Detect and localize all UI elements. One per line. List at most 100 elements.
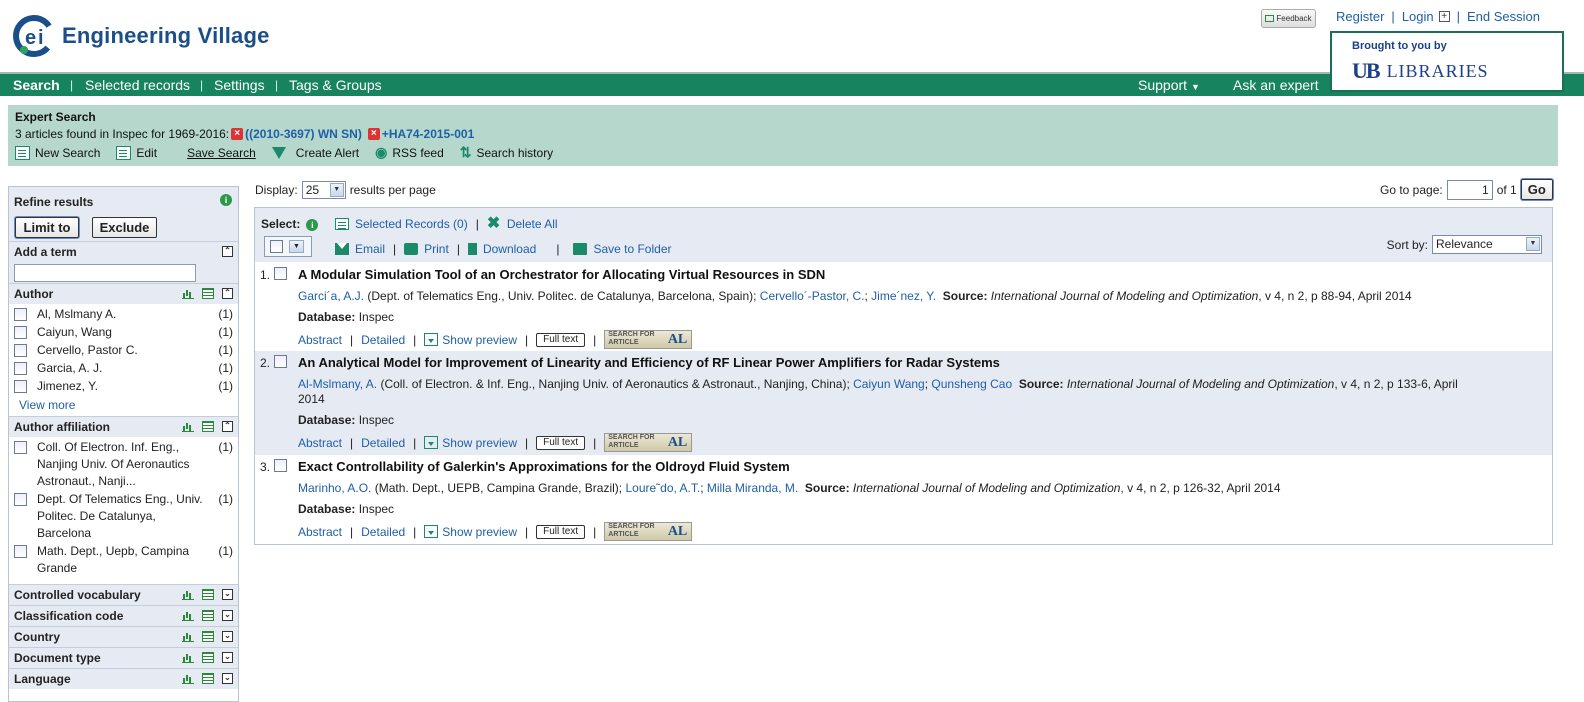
end-session-link[interactable]: End Session bbox=[1467, 9, 1540, 24]
facet-checkbox[interactable] bbox=[14, 344, 27, 357]
classification-code-header[interactable]: Classification code ⌄ bbox=[9, 605, 238, 626]
remove-term-icon[interactable]: × bbox=[367, 128, 380, 140]
language-header[interactable]: Language ⌄ bbox=[9, 668, 238, 689]
table-icon[interactable] bbox=[202, 673, 214, 684]
rss-feed-button[interactable]: ◉ RSS feed bbox=[375, 144, 444, 161]
nav-support[interactable]: Support ▼ bbox=[1138, 77, 1200, 93]
author-link[interactable]: Jime´nez, Y. bbox=[871, 289, 936, 303]
facet-checkbox[interactable] bbox=[14, 545, 27, 558]
author-link[interactable]: Al-Mslmany, A. bbox=[298, 377, 377, 391]
affiliation-section-header[interactable]: Author affiliation ⌃ bbox=[9, 416, 238, 437]
affiliation-facet-item[interactable]: Coll. Of Electron. Inf. Eng., Nanjing Un… bbox=[14, 440, 233, 490]
abstract-link[interactable]: Abstract bbox=[298, 525, 342, 539]
country-header[interactable]: Country ⌄ bbox=[9, 626, 238, 647]
email-link[interactable]: Email bbox=[355, 242, 385, 256]
show-preview-link[interactable]: Show preview bbox=[442, 436, 517, 450]
select-all-dropdown[interactable]: ▼ bbox=[264, 236, 312, 257]
remove-term-icon[interactable]: × bbox=[231, 128, 244, 140]
search-term-1[interactable]: ((2010-3697) WN SN) bbox=[245, 127, 362, 141]
register-link[interactable]: Register bbox=[1336, 9, 1384, 24]
author-link[interactable]: Caiyun Wang bbox=[853, 377, 925, 391]
document-type-header[interactable]: Document type ⌄ bbox=[9, 647, 238, 668]
author-link[interactable]: Milla Miranda, M. bbox=[707, 481, 798, 495]
table-icon[interactable] bbox=[202, 589, 214, 600]
record-checkbox[interactable] bbox=[274, 267, 287, 280]
limit-to-button[interactable]: Limit to bbox=[15, 217, 79, 238]
add-term-input[interactable] bbox=[14, 264, 196, 282]
engineering-village-logo[interactable]: e i Engineering Village bbox=[12, 14, 270, 58]
facet-checkbox[interactable] bbox=[14, 493, 27, 506]
chevron-down-icon[interactable]: ▼ bbox=[289, 240, 304, 253]
print-link[interactable]: Print bbox=[424, 242, 449, 256]
nav-selected-records[interactable]: Selected records bbox=[85, 77, 190, 93]
chart-icon[interactable] bbox=[182, 673, 194, 684]
author-link[interactable]: Qunsheng Cao bbox=[931, 377, 1012, 391]
new-search-button[interactable]: New Search bbox=[15, 145, 100, 160]
abstract-link[interactable]: Abstract bbox=[298, 436, 342, 450]
page-input[interactable]: 1 bbox=[1446, 179, 1493, 200]
table-icon[interactable] bbox=[202, 421, 214, 432]
table-icon[interactable] bbox=[202, 288, 214, 299]
edit-button[interactable]: Edit bbox=[116, 145, 157, 160]
collapse-icon[interactable]: ⌃ bbox=[222, 246, 233, 257]
feedback-button[interactable]: Feedback bbox=[1261, 9, 1316, 28]
expand-icon[interactable]: ⌄ bbox=[222, 589, 233, 600]
full-text-button[interactable]: Full text bbox=[536, 435, 586, 450]
record-title[interactable]: Exact Controllability of Galerkin's Appr… bbox=[298, 459, 790, 474]
full-text-button[interactable]: Full text bbox=[536, 524, 586, 539]
detailed-link[interactable]: Detailed bbox=[361, 525, 405, 539]
facet-checkbox[interactable] bbox=[14, 362, 27, 375]
author-section-header[interactable]: Author ⌃ bbox=[9, 283, 238, 304]
detailed-link[interactable]: Detailed bbox=[361, 436, 405, 450]
select-all-checkbox[interactable] bbox=[270, 240, 283, 253]
detailed-link[interactable]: Detailed bbox=[361, 333, 405, 347]
table-icon[interactable] bbox=[202, 652, 214, 663]
delete-all-link[interactable]: Delete All bbox=[507, 217, 558, 231]
record-title[interactable]: A Modular Simulation Tool of an Orchestr… bbox=[298, 267, 825, 282]
author-link[interactable]: Cervello´-Pastor, C. bbox=[760, 289, 865, 303]
author-link[interactable]: Garci´a, A.J. bbox=[298, 289, 364, 303]
author-link[interactable]: Marinho, A.O. bbox=[298, 481, 371, 495]
author-facet-item[interactable]: Caiyun, Wang (1) bbox=[14, 325, 233, 341]
author-facet-item[interactable]: Cervello, Pastor C. (1) bbox=[14, 343, 233, 359]
search-history-button[interactable]: ⇅ Search history bbox=[460, 144, 553, 161]
chart-icon[interactable] bbox=[182, 288, 194, 299]
create-alert-button[interactable]: Create Alert bbox=[271, 146, 359, 160]
nav-tags-groups[interactable]: Tags & Groups bbox=[289, 77, 382, 93]
show-preview-link[interactable]: Show preview bbox=[442, 525, 517, 539]
author-facet-item[interactable]: Al, Mslmany A. (1) bbox=[14, 307, 233, 323]
expand-icon[interactable]: ⌄ bbox=[222, 631, 233, 642]
expand-login-icon[interactable]: + bbox=[1438, 11, 1450, 22]
search-for-article-button[interactable]: SEARCH FOR ARTICLE AL bbox=[604, 433, 693, 452]
affiliation-facet-item[interactable]: Math. Dept., Uepb, Campina Grande (1) bbox=[14, 544, 233, 577]
sort-select[interactable]: Relevance ▼ bbox=[1432, 235, 1542, 254]
author-facet-item[interactable]: Jimenez, Y. (1) bbox=[14, 379, 233, 395]
expand-icon[interactable]: ⌄ bbox=[222, 673, 233, 684]
save-to-folder-link[interactable]: Save to Folder bbox=[593, 242, 671, 256]
selected-records-link[interactable]: Selected Records (0) bbox=[355, 217, 468, 231]
record-checkbox[interactable] bbox=[274, 355, 287, 368]
search-for-article-button[interactable]: SEARCH FOR ARTICLE AL bbox=[604, 522, 693, 541]
chart-icon[interactable] bbox=[182, 652, 194, 663]
collapse-icon[interactable]: ⌃ bbox=[222, 288, 233, 299]
go-button[interactable]: Go bbox=[1520, 179, 1553, 200]
exclude-button[interactable]: Exclude bbox=[92, 217, 157, 238]
facet-checkbox[interactable] bbox=[14, 326, 27, 339]
expand-icon[interactable]: ⌄ bbox=[222, 610, 233, 621]
author-link[interactable]: Loure˜do, A.T. bbox=[625, 481, 700, 495]
nav-search[interactable]: Search bbox=[13, 77, 60, 93]
abstract-link[interactable]: Abstract bbox=[298, 333, 342, 347]
chart-icon[interactable] bbox=[182, 610, 194, 621]
nav-ask-expert[interactable]: Ask an expert bbox=[1233, 77, 1319, 93]
facet-checkbox[interactable] bbox=[14, 380, 27, 393]
record-title[interactable]: An Analytical Model for Improvement of L… bbox=[298, 355, 1000, 370]
chart-icon[interactable] bbox=[182, 589, 194, 600]
login-link[interactable]: Login bbox=[1402, 9, 1434, 24]
view-more-link[interactable]: View more bbox=[14, 398, 233, 412]
full-text-button[interactable]: Full text bbox=[536, 332, 586, 347]
facet-checkbox[interactable] bbox=[14, 441, 27, 454]
nav-settings[interactable]: Settings bbox=[214, 77, 265, 93]
info-icon[interactable]: i bbox=[306, 219, 319, 231]
collapse-icon[interactable]: ⌃ bbox=[222, 421, 233, 432]
search-for-article-button[interactable]: SEARCH FOR ARTICLE AL bbox=[604, 330, 693, 349]
